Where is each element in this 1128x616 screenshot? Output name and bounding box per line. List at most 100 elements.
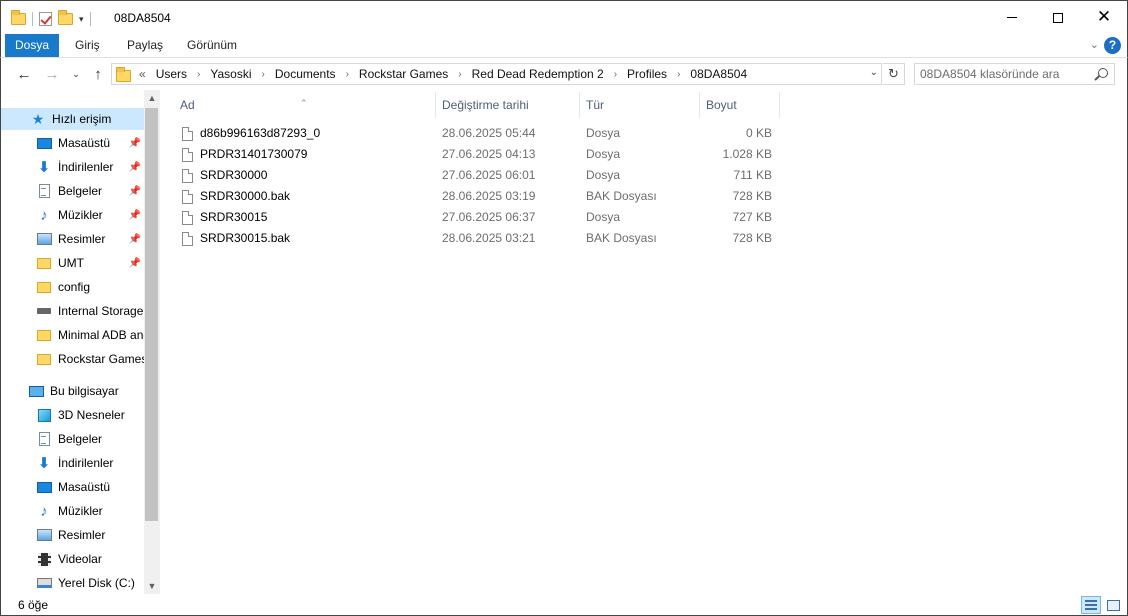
back-button[interactable]: ←: [13, 63, 35, 85]
tab-view[interactable]: Görünüm: [187, 34, 237, 57]
file-name: SRDR30000: [200, 168, 268, 182]
nav-item-pc-downloads[interactable]: ⬇ İndirilenler: [1, 452, 145, 474]
nav-item-pc-music[interactable]: ♪ Müzikler: [1, 500, 145, 522]
nav-item-documents[interactable]: Belgeler 📌: [1, 180, 145, 202]
address-bar[interactable]: « Users › Yasoski › Documents › Rockstar…: [111, 63, 882, 85]
scrollbar-thumb[interactable]: [145, 108, 158, 521]
nav-item-label: config: [58, 280, 91, 294]
nav-item-3d-objects[interactable]: 3D Nesneler: [1, 404, 145, 426]
nav-item-pictures[interactable]: Resimler 📌: [1, 228, 145, 250]
nav-item-pc-pictures[interactable]: Resimler: [1, 524, 145, 546]
breadcrumb-documents[interactable]: Documents: [275, 67, 336, 81]
expand-ribbon-chevron-down-icon[interactable]: ⌄: [1090, 38, 1099, 51]
column-header-name[interactable]: ⌃ Ad: [174, 92, 436, 118]
nav-item-label: Müzikler: [58, 208, 103, 222]
table-row[interactable]: PRDR31401730079 27.06.2025 04:13 Dosya 1…: [180, 144, 780, 165]
pictures-icon-wrap: [36, 232, 52, 246]
nav-item-pc-documents[interactable]: Belgeler: [1, 428, 145, 450]
refresh-button[interactable]: ↻: [883, 63, 905, 85]
documents-icon-wrap: [36, 432, 52, 446]
computer-icon-wrap: [28, 384, 44, 398]
minimize-button[interactable]: [989, 1, 1035, 34]
tab-file[interactable]: Dosya: [5, 34, 59, 57]
music-icon: ♪: [40, 502, 48, 520]
drive-icon: [37, 308, 51, 314]
search-input[interactable]: [920, 67, 1090, 81]
search-box[interactable]: [914, 63, 1115, 85]
maximize-icon: [1053, 12, 1063, 23]
videos-icon-wrap: [36, 552, 52, 566]
nav-item-label: Masaüstü: [58, 480, 111, 494]
table-row[interactable]: SRDR30015 27.06.2025 06:37 Dosya 727 KB: [180, 207, 780, 228]
folder-icon: [11, 10, 26, 25]
tab-share[interactable]: Paylaş: [127, 34, 163, 57]
breadcrumb-overflow[interactable]: «: [139, 67, 146, 81]
close-button[interactable]: ✕: [1081, 1, 1127, 34]
recent-locations-button[interactable]: ⌄: [65, 63, 87, 85]
pin-icon[interactable]: 📌: [129, 162, 141, 173]
chevron-right-icon[interactable]: ›: [346, 69, 349, 80]
nav-item-config[interactable]: config: [1, 276, 145, 298]
breadcrumb-users[interactable]: Users: [156, 67, 187, 81]
table-row[interactable]: SRDR30000 27.06.2025 06:01 Dosya 711 KB: [180, 165, 780, 186]
nav-item-videos[interactable]: Videolar: [1, 548, 145, 570]
column-header-date[interactable]: Değiştirme tarihi: [436, 92, 580, 118]
table-row[interactable]: SRDR30000.bak 28.06.2025 03:19 BAK Dosya…: [180, 186, 780, 207]
nav-item-umt[interactable]: UMT 📌: [1, 252, 145, 274]
maximize-button[interactable]: [1035, 1, 1081, 34]
navigation-scrollbar[interactable]: ▲ ▼: [144, 90, 160, 594]
nav-item-minimal-adb[interactable]: Minimal ADB and Fastboot: [1, 324, 145, 346]
breadcrumb-yasoski[interactable]: Yasoski: [210, 67, 251, 81]
nav-item-local-disk[interactable]: Yerel Disk (C:): [1, 572, 145, 594]
up-button[interactable]: ↑: [87, 63, 109, 85]
pictures-icon: [36, 529, 52, 541]
breadcrumb-profiles[interactable]: Profiles: [627, 67, 667, 81]
nav-item-label: Belgeler: [58, 184, 103, 198]
nav-item-label: İndirilenler: [58, 456, 114, 470]
nav-item-pc-desktop[interactable]: Masaüstü: [1, 476, 145, 498]
pin-icon[interactable]: 📌: [129, 138, 141, 149]
properties-icon[interactable]: [39, 12, 52, 26]
nav-quick-access[interactable]: ★ Hızlı erişim: [1, 108, 145, 130]
breadcrumb-current[interactable]: 08DA8504: [690, 67, 747, 81]
forward-button[interactable]: →: [41, 63, 63, 85]
chevron-right-icon[interactable]: ›: [197, 69, 200, 80]
large-icons-view-button[interactable]: [1103, 596, 1123, 614]
pin-icon[interactable]: 📌: [129, 186, 141, 197]
chevron-right-icon[interactable]: ›: [614, 69, 617, 80]
tab-home[interactable]: Giriş: [75, 34, 100, 57]
column-header-size[interactable]: Boyut: [700, 92, 780, 118]
nav-this-pc[interactable]: Bu bilgisayar: [1, 380, 145, 402]
chevron-right-icon[interactable]: ›: [458, 69, 461, 80]
file-icon: [182, 126, 193, 141]
scroll-up-icon[interactable]: ▲: [144, 90, 160, 106]
chevron-right-icon[interactable]: ›: [677, 69, 680, 80]
nav-item-internal-storage[interactable]: Internal Storage: [1, 300, 145, 322]
folder-icon-wrap: [36, 352, 52, 366]
table-row[interactable]: SRDR30015.bak 28.06.2025 03:21 BAK Dosya…: [180, 228, 780, 249]
column-header-type[interactable]: Tür: [580, 92, 700, 118]
nav-item-label: Resimler: [58, 528, 106, 542]
nav-item-label: Yerel Disk (C:): [58, 576, 135, 590]
window-controls: ✕: [989, 1, 1127, 34]
customize-toolbar-icon[interactable]: ▾: [79, 14, 84, 25]
pin-icon[interactable]: 📌: [129, 234, 141, 245]
new-folder-icon[interactable]: [58, 10, 73, 25]
scroll-down-icon[interactable]: ▼: [144, 578, 160, 594]
breadcrumb-red-dead-redemption-2[interactable]: Red Dead Redemption 2: [472, 67, 604, 81]
table-row[interactable]: d86b996163d87293_0 28.06.2025 05:44 Dosy…: [180, 123, 780, 144]
folder-icon-wrap: [36, 256, 52, 270]
chevron-right-icon[interactable]: ›: [262, 69, 265, 80]
address-dropdown-chevron-down-icon[interactable]: ⌄: [870, 67, 878, 78]
search-icon[interactable]: [1098, 68, 1108, 78]
file-type: Dosya: [586, 147, 621, 161]
help-icon[interactable]: ?: [1104, 37, 1121, 54]
details-view-button[interactable]: [1081, 596, 1101, 614]
nav-item-desktop[interactable]: Masaüstü 📌: [1, 132, 145, 154]
breadcrumb-rockstar-games[interactable]: Rockstar Games: [359, 67, 448, 81]
pin-icon[interactable]: 📌: [129, 210, 141, 221]
nav-item-downloads[interactable]: ⬇ İndirilenler 📌: [1, 156, 145, 178]
pin-icon[interactable]: 📌: [129, 258, 141, 269]
nav-item-music[interactable]: ♪ Müzikler 📌: [1, 204, 145, 226]
nav-item-rockstar-games[interactable]: Rockstar Games: [1, 348, 145, 370]
